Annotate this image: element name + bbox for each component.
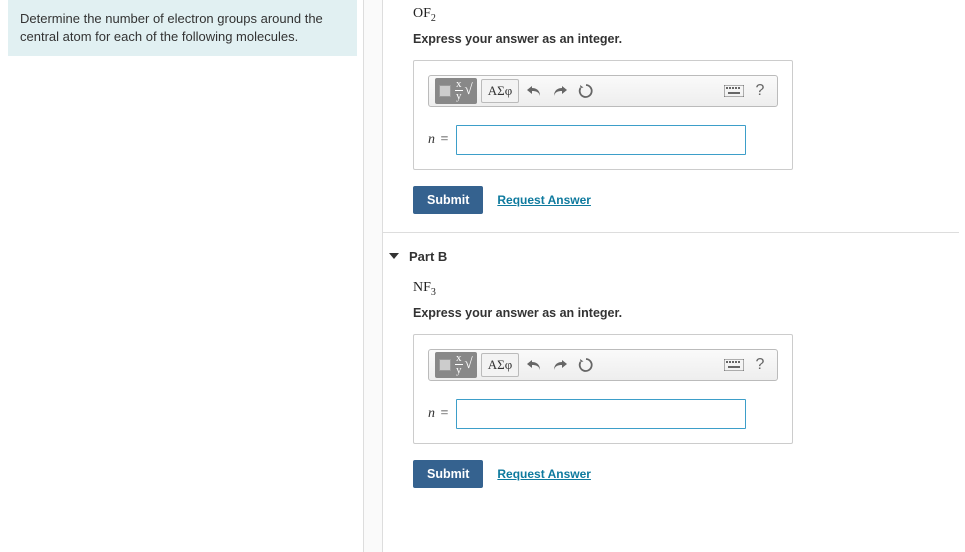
reset-button-b[interactable] (575, 357, 597, 373)
submit-button-a[interactable]: Submit (413, 186, 483, 214)
greek-button-a[interactable]: ΑΣφ (481, 79, 519, 103)
root-icon: √ (465, 82, 473, 99)
molecule-a-sub: 2 (431, 13, 436, 24)
undo-button-a[interactable] (523, 84, 545, 98)
greek-button-b[interactable]: ΑΣφ (481, 353, 519, 377)
submit-button-b[interactable]: Submit (413, 460, 483, 488)
request-answer-link-a[interactable]: Request Answer (497, 193, 591, 207)
help-button-a[interactable]: ? (749, 82, 771, 100)
instruction-a: Express your answer as an integer. (413, 32, 959, 46)
part-b-header[interactable]: Part B (383, 243, 959, 274)
undo-button-b[interactable] (523, 358, 545, 372)
equation-toolbar-b: xy √ ΑΣφ (428, 349, 778, 381)
request-answer-link-b[interactable]: Request Answer (497, 467, 591, 481)
molecule-a-base: OF (413, 6, 431, 21)
fraction-icon: xy (455, 353, 463, 376)
help-button-b[interactable]: ? (749, 356, 771, 374)
molecule-b-sub: 3 (431, 287, 436, 298)
square-icon (439, 85, 451, 97)
answer-input-b[interactable] (456, 399, 746, 429)
part-separator (383, 232, 959, 233)
redo-button-a[interactable] (549, 84, 571, 98)
answer-box-b: xy √ ΑΣφ (413, 334, 793, 444)
part-b-title: Part B (409, 249, 447, 264)
answer-box-a: xy √ ΑΣφ (413, 60, 793, 170)
keyboard-button-b[interactable] (723, 359, 745, 371)
root-icon: √ (465, 356, 473, 373)
template-button-a[interactable]: xy √ (435, 78, 477, 104)
answer-input-a[interactable] (456, 125, 746, 155)
molecule-b: NF3 (413, 280, 959, 298)
var-label-a: n = (428, 132, 448, 148)
keyboard-button-a[interactable] (723, 85, 745, 97)
equation-toolbar-a: xy √ ΑΣφ (428, 75, 778, 107)
square-icon (439, 359, 451, 371)
molecule-b-base: NF (413, 280, 431, 295)
column-divider (363, 0, 383, 552)
template-button-b[interactable]: xy √ (435, 352, 477, 378)
fraction-icon: xy (455, 79, 463, 102)
instruction-b: Express your answer as an integer. (413, 306, 959, 320)
question-prompt: Determine the number of electron groups … (8, 0, 357, 56)
redo-button-b[interactable] (549, 358, 571, 372)
chevron-down-icon (389, 253, 399, 259)
molecule-a: OF2 (413, 6, 959, 24)
var-label-b: n = (428, 406, 448, 422)
reset-button-a[interactable] (575, 83, 597, 99)
